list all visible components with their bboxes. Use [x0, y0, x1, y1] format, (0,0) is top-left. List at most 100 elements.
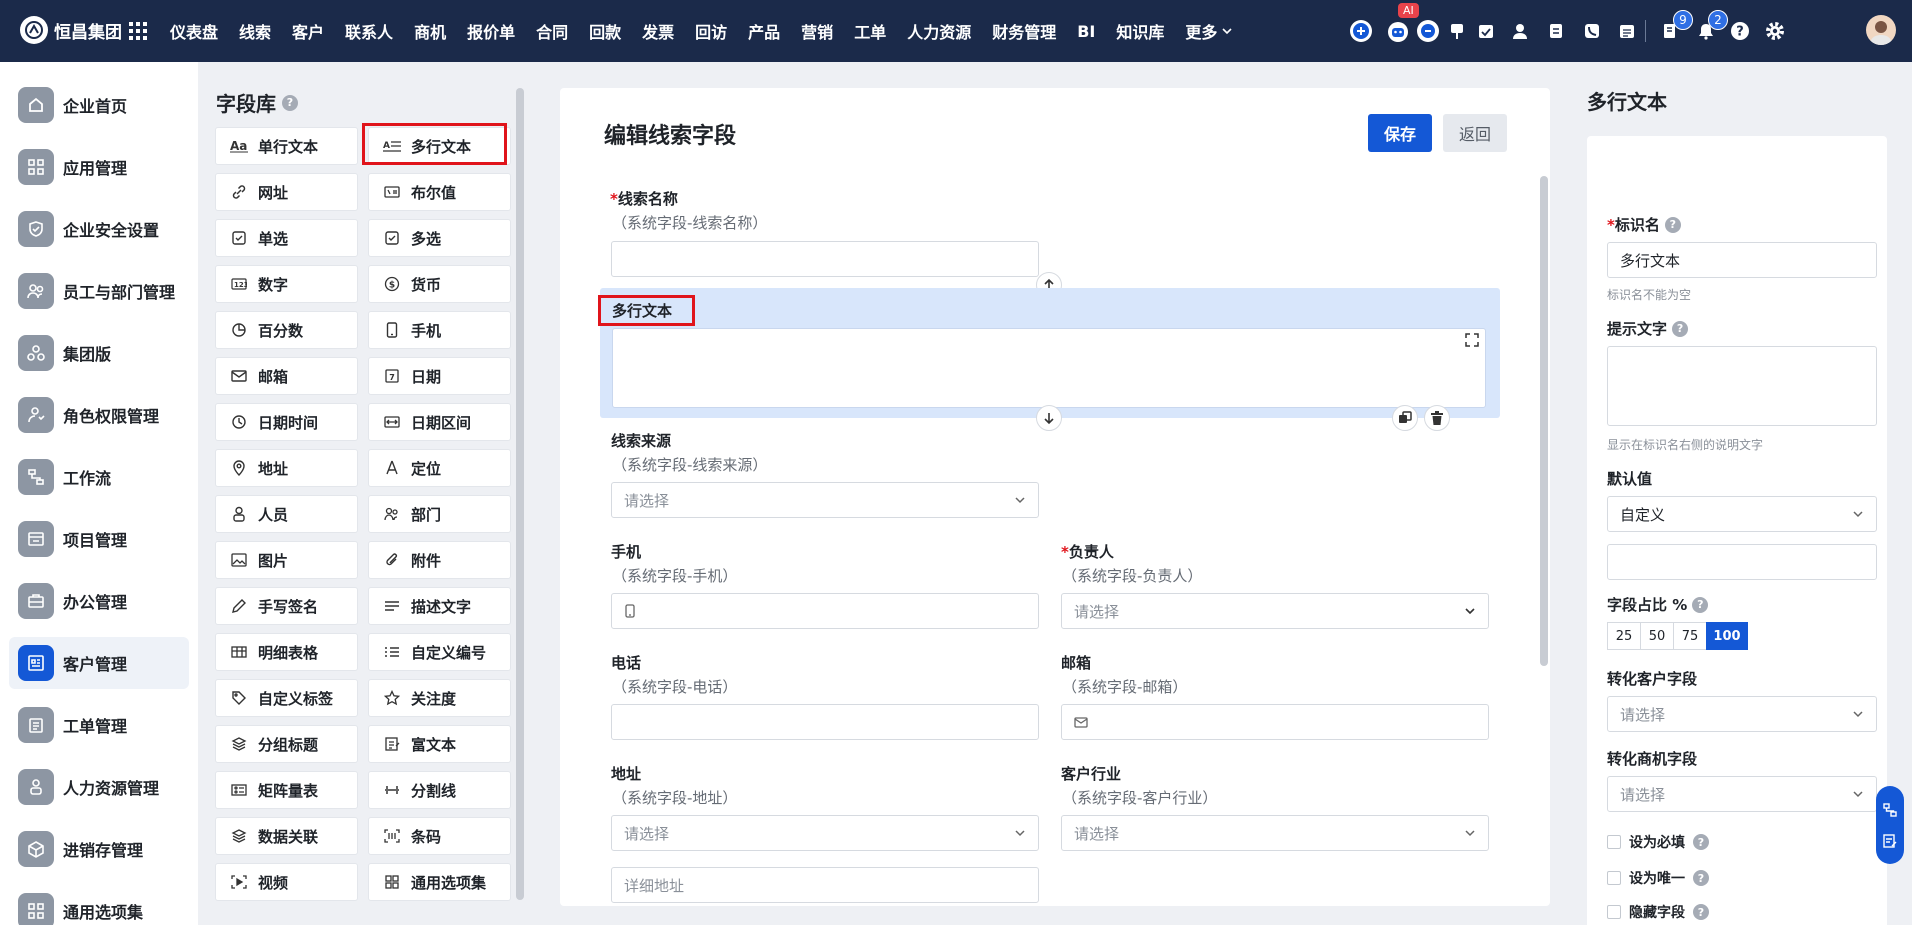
nav-finance[interactable]: 财务管理 [992, 19, 1056, 43]
mobile-input[interactable] [611, 593, 1039, 629]
nav-more[interactable]: 更多 [1185, 19, 1233, 43]
field-group-title[interactable]: 分组标题 [215, 725, 358, 763]
nav-knowledge[interactable]: 知识库 [1116, 19, 1164, 43]
phone-icon[interactable] [1578, 17, 1606, 45]
field-custom-tag[interactable]: 自定义标签 [215, 679, 358, 717]
user-icon[interactable] [1506, 17, 1534, 45]
save-button[interactable]: 保存 [1368, 114, 1432, 152]
nav-invoices[interactable]: 发票 [642, 19, 674, 43]
sidebar-item-security[interactable]: 企业安全设置 [9, 203, 189, 255]
industry-select[interactable]: 请选择 [1061, 815, 1489, 851]
calendar-check-icon[interactable] [1472, 17, 1500, 45]
field-custom-number[interactable]: 自定义编号 [368, 633, 511, 671]
field-multi-choice[interactable]: 多选 [368, 219, 511, 257]
field-image[interactable]: 图片 [215, 541, 358, 579]
field-detail-table[interactable]: 明细表格 [215, 633, 358, 671]
nav-quotes[interactable]: 报价单 [467, 19, 515, 43]
field-library-scrollbar[interactable] [516, 88, 524, 900]
field-person[interactable]: 人员 [215, 495, 358, 533]
nav-visits[interactable]: 回访 [695, 19, 727, 43]
chat-plus-icon[interactable] [1347, 17, 1375, 45]
selected-field-block[interactable]: 多行文本 [600, 288, 1500, 418]
multiline-textarea[interactable] [612, 328, 1486, 408]
ai-robot-icon[interactable]: AI [1384, 3, 1419, 45]
help-icon[interactable]: ? [1692, 596, 1709, 613]
field-divider[interactable]: 分割线 [368, 771, 511, 809]
flow-icon[interactable] [1883, 802, 1897, 817]
nav-marketing[interactable]: 营销 [801, 19, 833, 43]
ratio-25[interactable]: 25 [1607, 622, 1641, 650]
field-signature[interactable]: 手写签名 [215, 587, 358, 625]
address-detail-input[interactable]: 详细地址 [611, 867, 1039, 903]
field-data-link[interactable]: 数据关联 [215, 817, 358, 855]
pin-icon[interactable] [1443, 17, 1471, 45]
document-icon[interactable] [1542, 17, 1570, 45]
email-input[interactable] [1061, 704, 1489, 740]
field-location[interactable]: 定位 [368, 449, 511, 487]
field-url[interactable]: 网址 [215, 173, 358, 211]
sidebar-item-tickets[interactable]: 工单管理 [9, 699, 189, 751]
help-icon[interactable]: ? [1672, 320, 1689, 337]
ratio-50[interactable]: 50 [1640, 622, 1674, 650]
field-email[interactable]: 邮箱 [215, 357, 358, 395]
lead-name-input[interactable] [611, 241, 1039, 277]
sidebar-item-projects[interactable]: 项目管理 [9, 513, 189, 565]
sidebar-item-staff[interactable]: 员工与部门管理 [9, 265, 189, 317]
nav-payments[interactable]: 回款 [589, 19, 621, 43]
edit-note-icon[interactable] [1883, 833, 1897, 848]
nav-opportunities[interactable]: 商机 [414, 19, 446, 43]
expand-icon[interactable] [1465, 333, 1479, 347]
nav-contacts[interactable]: 联系人 [345, 19, 393, 43]
nav-hr[interactable]: 人力资源 [907, 19, 971, 43]
field-barcode[interactable]: 条码 [368, 817, 511, 855]
field-video[interactable]: 视频 [215, 863, 358, 901]
help-icon[interactable]: ? [1693, 834, 1709, 850]
avatar[interactable] [1866, 15, 1896, 45]
sidebar-item-workflow[interactable]: 工作流 [9, 451, 189, 503]
help-icon[interactable]: ? [1664, 216, 1681, 233]
calendar-icon[interactable] [1613, 17, 1641, 45]
nav-products[interactable]: 产品 [748, 19, 780, 43]
gear-icon[interactable] [1761, 17, 1789, 45]
field-date-range[interactable]: 日期区间 [368, 403, 511, 441]
unique-checkbox[interactable] [1607, 871, 1621, 885]
tip-textarea[interactable] [1607, 346, 1877, 426]
field-number[interactable]: 123 数字 [215, 265, 358, 303]
app-grid-icon[interactable] [128, 21, 148, 41]
hidden-checkbox[interactable] [1607, 905, 1621, 919]
task-icon[interactable]: 9 [1657, 10, 1693, 45]
field-mobile[interactable]: 手机 [368, 311, 511, 349]
required-checkbox-row[interactable]: 设为必填? [1607, 832, 1709, 852]
ratio-75[interactable]: 75 [1673, 622, 1707, 650]
field-address[interactable]: 地址 [215, 449, 358, 487]
back-button[interactable]: 返回 [1443, 114, 1507, 152]
message-icon[interactable] [1414, 17, 1442, 45]
field-single-choice[interactable]: 单选 [215, 219, 358, 257]
bell-icon[interactable]: 2 [1692, 10, 1728, 45]
field-single-text[interactable]: Aa 单行文本 [215, 127, 358, 165]
brand-logo[interactable]: 恒昌集团 [20, 16, 122, 44]
sidebar-item-roles[interactable]: 角色权限管理 [9, 389, 189, 441]
convert-opportunity-select[interactable]: 请选择 [1607, 776, 1877, 812]
field-boolean[interactable]: 布尔值 [368, 173, 511, 211]
required-checkbox[interactable] [1607, 835, 1621, 849]
trash-icon[interactable] [1424, 405, 1450, 431]
address-select[interactable]: 请选择 [611, 815, 1039, 851]
ratio-100[interactable]: 100 [1706, 622, 1748, 650]
sidebar-item-group[interactable]: 集团版 [9, 327, 189, 379]
editor-scrollbar[interactable] [1540, 176, 1548, 666]
sidebar-item-customers[interactable]: 客户管理 [9, 637, 189, 689]
field-matrix[interactable]: 矩阵量表 [215, 771, 358, 809]
field-percent[interactable]: 百分数 [215, 311, 358, 349]
nav-leads[interactable]: 线索 [239, 19, 271, 43]
sidebar-item-office[interactable]: 办公管理 [9, 575, 189, 627]
sidebar-item-options[interactable]: 通用选项集 [9, 885, 189, 925]
ident-input[interactable]: 多行文本 [1607, 242, 1877, 278]
unique-checkbox-row[interactable]: 设为唯一? [1607, 868, 1709, 888]
help-icon[interactable]: ? [1693, 870, 1709, 886]
nav-tickets[interactable]: 工单 [854, 19, 886, 43]
field-department[interactable]: 部门 [368, 495, 511, 533]
help-icon[interactable]: ? [1693, 904, 1709, 920]
lead-source-select[interactable]: 请选择 [611, 482, 1039, 518]
field-date[interactable]: 7 日期 [368, 357, 511, 395]
